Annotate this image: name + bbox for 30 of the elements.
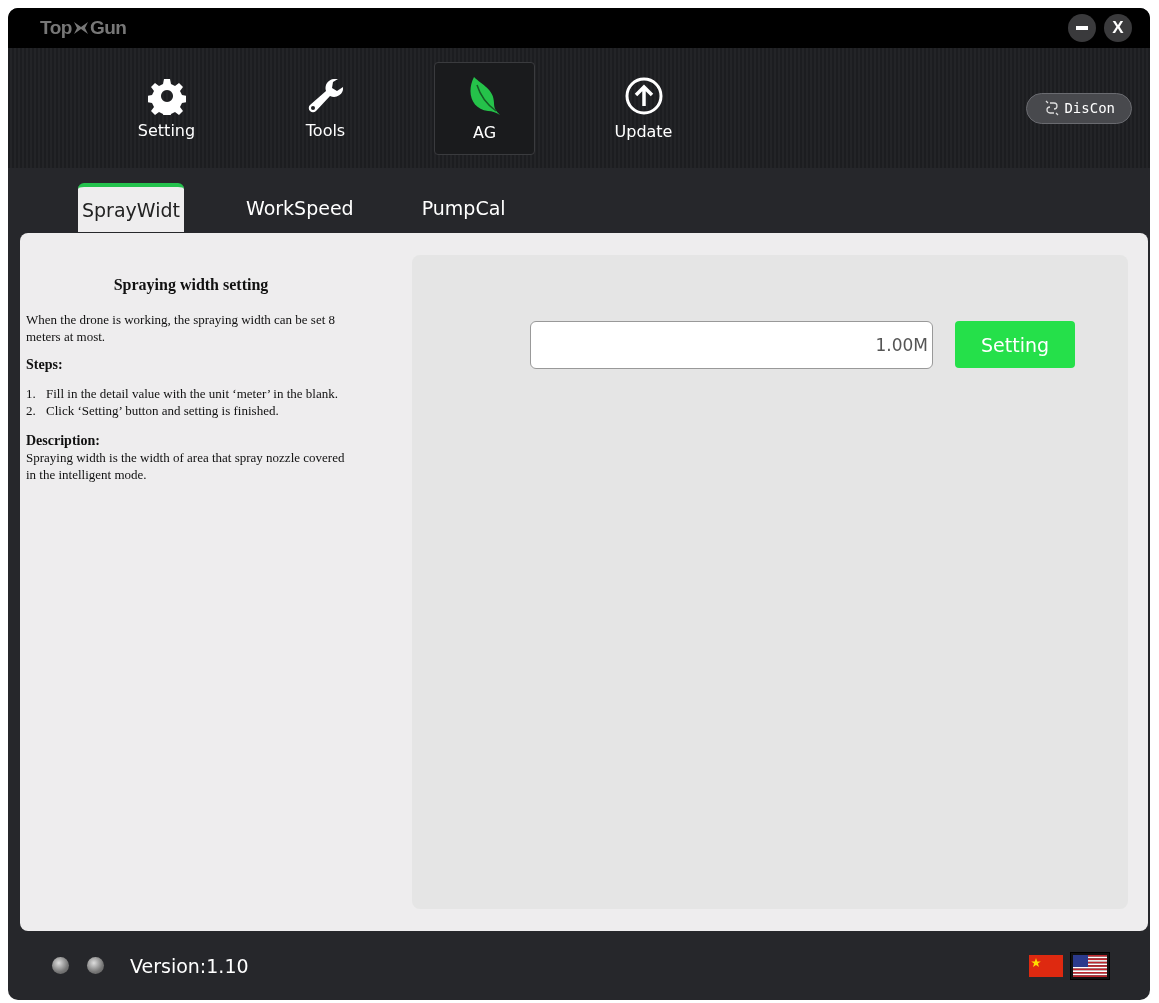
steps-heading: Steps:	[26, 355, 64, 374]
description-text: Spraying width is the width of area that spray nozzle covered in the intelligent mode.	[26, 449, 346, 484]
disconnect-button[interactable]: DisCon	[1026, 92, 1132, 124]
tab[interactable]: WorkSpeed	[218, 183, 382, 232]
gear-icon	[147, 76, 186, 115]
logo-text: Top	[40, 17, 72, 39]
tab[interactable]: SprayWidt	[78, 183, 184, 232]
logo-text: Gun	[89, 17, 127, 39]
version-text: Version:1.10	[130, 954, 250, 977]
logo-icon	[71, 19, 90, 37]
us-flag-icon	[1073, 954, 1107, 977]
minimize-button[interactable]	[1068, 14, 1096, 42]
step-text: Fill in the detail value with the unit ‘meter’ in the blank.	[46, 385, 338, 403]
china-flag-icon	[1029, 954, 1063, 977]
close-button[interactable]: X	[1104, 14, 1132, 42]
minus-icon	[1076, 26, 1088, 30]
step-text: Click ‘Setting’ button and setting is finished.	[46, 402, 279, 420]
help-intro: When the drone is working, the spraying width can be set 8 meters at most.	[26, 311, 337, 346]
step-number: 1.	[26, 385, 37, 403]
help-title: Spraying width setting	[112, 275, 270, 296]
nav-button[interactable]: Update	[593, 61, 694, 155]
upload-icon	[623, 75, 664, 116]
step-number: 2.	[26, 402, 37, 420]
description-heading: Description:	[26, 431, 101, 450]
nav-button[interactable]: Setting	[116, 61, 217, 155]
nav-button[interactable]: Tools	[275, 61, 376, 155]
nav-button[interactable]: AG	[434, 61, 535, 155]
tab[interactable]: PumpCal	[393, 183, 534, 232]
language-button[interactable]	[1070, 951, 1110, 980]
width-input-field[interactable]: 1.00M	[530, 321, 933, 369]
